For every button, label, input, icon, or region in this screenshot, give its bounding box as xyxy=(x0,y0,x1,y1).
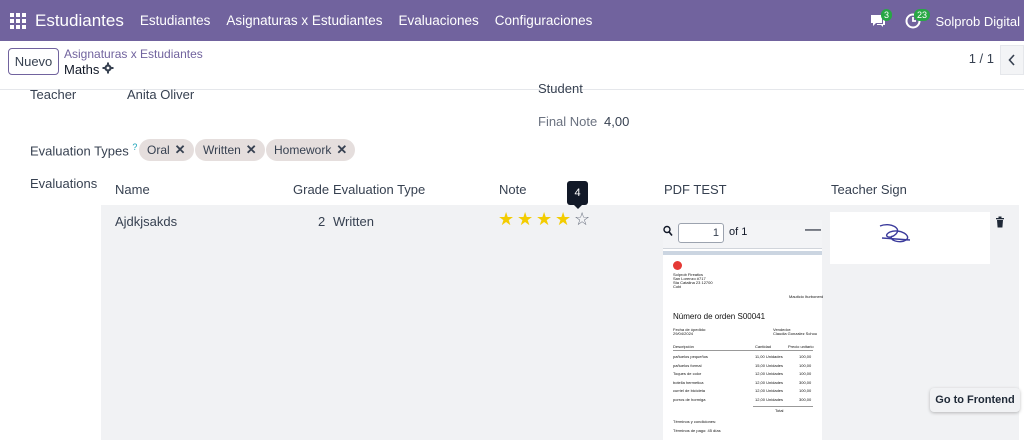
teacher-label: Teacher xyxy=(30,87,77,102)
pdf-total-label: Total xyxy=(775,408,784,413)
form-sheet: Teacher Anita Oliver Student Final Note … xyxy=(0,81,1024,440)
pdf-line-qty: 12,00 Unidades xyxy=(755,371,784,376)
activity-badge: 23 xyxy=(914,9,931,21)
pdf-title: Número de orden S00041 xyxy=(673,312,766,321)
student-label: Student xyxy=(538,81,583,96)
messages-button[interactable]: 3 xyxy=(869,0,893,41)
column-header-evaluation-type[interactable]: Evaluation Type xyxy=(333,182,425,197)
rating-stars[interactable]: ★ ★ ★ ★ ☆ xyxy=(498,210,592,228)
pdf-page-count: of 1 xyxy=(729,226,748,238)
pdf-line-qty: 15,00 Unidades xyxy=(755,362,784,368)
gear-icon[interactable] xyxy=(102,62,114,74)
pdf-viewer[interactable]: 1 of 1 — Solprob Fireatics San Lorenzo #… xyxy=(663,220,824,440)
trash-icon[interactable] xyxy=(995,216,1005,228)
pdf-divider xyxy=(663,251,822,255)
menu-estudiantes[interactable]: Estudiantes xyxy=(140,13,211,28)
activity-button[interactable]: 23 xyxy=(905,0,931,41)
pdf-col-price: Precio unitario xyxy=(788,344,814,349)
company-name[interactable]: Solprob Digital xyxy=(935,14,1020,29)
column-header-note[interactable]: Note xyxy=(499,182,526,197)
tag-written-label: Written xyxy=(203,143,241,157)
pdf-page-input[interactable]: 1 xyxy=(678,223,724,243)
star-filled-icon[interactable]: ★ xyxy=(536,210,554,228)
pdf-toolbar: 1 of 1 — xyxy=(663,220,822,249)
star-filled-icon[interactable]: ★ xyxy=(555,210,573,228)
tag-homework: Homework ✕ xyxy=(266,139,356,161)
pdf-company-line: Cobi xyxy=(673,284,682,289)
app-name[interactable]: Estudiantes xyxy=(35,11,124,31)
star-filled-icon[interactable]: ★ xyxy=(498,210,516,228)
teacher-signature[interactable] xyxy=(830,212,990,264)
pdf-line-desc: pañuelos pequeños xyxy=(673,354,708,359)
chevron-left-icon xyxy=(1008,54,1015,66)
pdf-line-qty: 11,00 Unidades xyxy=(755,354,783,359)
remove-tag-icon[interactable]: ✕ xyxy=(175,142,186,158)
messages-badge: 3 xyxy=(881,9,893,21)
pdf-line-price: 100,00 xyxy=(799,362,812,368)
pdf-payment-terms: Términos de pago: 45 días xyxy=(673,428,721,433)
final-note-value: 4,00 xyxy=(604,114,630,129)
pdf-line-price: 100,00 xyxy=(799,371,812,376)
apps-grid-icon[interactable] xyxy=(10,12,26,29)
pdf-line-price: 300,00 xyxy=(799,379,812,385)
evaluation-types-label-text: Evaluation Types xyxy=(30,143,129,159)
pager-previous-button[interactable] xyxy=(1000,45,1024,75)
tag-written: Written ✕ xyxy=(195,139,265,161)
star-filled-icon[interactable]: ★ xyxy=(517,210,535,228)
pdf-line-qty: 12,00 Unidades xyxy=(755,396,784,402)
column-header-grade[interactable]: Grade xyxy=(293,182,329,197)
tag-oral-label: Oral xyxy=(147,143,170,157)
pdf-line-desc: curriel de bicicleta xyxy=(673,388,706,393)
pdf-line-desc: porros de hormiga xyxy=(673,396,706,402)
row-evaluation-type[interactable]: Written xyxy=(333,214,374,229)
pdf-rule xyxy=(673,350,813,351)
company-logo-icon xyxy=(673,261,682,270)
column-header-teacher-sign[interactable]: Teacher Sign xyxy=(831,182,907,197)
column-header-name[interactable]: Name xyxy=(115,182,150,197)
pdf-line-desc: pañuelos formal xyxy=(673,362,702,368)
menu-configuraciones[interactable]: Configuraciones xyxy=(495,13,593,28)
column-header-pdf-test[interactable]: PDF TEST xyxy=(664,182,727,197)
tag-oral: Oral ✕ xyxy=(139,139,194,161)
zoom-out-button[interactable]: — xyxy=(805,221,821,239)
top-navbar: Estudiantes Estudiantes Asignaturas x Es… xyxy=(0,0,1024,41)
evaluation-types-label: Evaluation Types ? xyxy=(30,142,137,158)
pdf-page: Solprob Fireatics San Lorenzo #717 Sta C… xyxy=(663,256,824,440)
teacher-value[interactable]: Anita Oliver xyxy=(127,87,194,102)
help-tooltip-icon[interactable]: ? xyxy=(132,142,137,152)
pdf-line-price: 100,00 xyxy=(799,388,812,393)
pdf-rule xyxy=(753,406,813,407)
breadcrumb-current: Maths xyxy=(64,62,100,77)
rating-tooltip: 4 xyxy=(567,181,588,209)
row-grade[interactable]: 2 xyxy=(318,214,325,229)
pdf-terms: Términos y condiciones: xyxy=(673,419,717,424)
pdf-line-price: 300,00 xyxy=(799,396,812,402)
pager-value[interactable]: 1 / 1 xyxy=(969,51,994,66)
pdf-seller-value: Claudia Gonzalez Schou xyxy=(773,331,818,336)
pdf-line-qty: 12,00 Unidades xyxy=(755,388,784,393)
go-to-frontend-button[interactable]: Go to Frontend xyxy=(930,388,1020,412)
remove-tag-icon[interactable]: ✕ xyxy=(336,142,347,158)
row-name[interactable]: Ajdkjsakds xyxy=(115,214,177,229)
tag-homework-label: Homework xyxy=(274,143,332,157)
remove-tag-icon[interactable]: ✕ xyxy=(246,142,257,158)
breadcrumb-parent[interactable]: Asignaturas x Estudiantes xyxy=(64,47,203,61)
pdf-col-description: Descripción xyxy=(673,344,694,349)
pdf-customer: Mauticio Iturbonerd xyxy=(789,294,824,299)
evaluations-label: Evaluations xyxy=(30,176,98,191)
pdf-col-quantity: Cantidad xyxy=(755,344,772,349)
pdf-line-price: 100,00 xyxy=(799,354,812,359)
pdf-line-qty: 12,00 Unidades xyxy=(755,379,784,385)
search-icon[interactable] xyxy=(663,225,673,237)
menu-asignaturas-x-estudiantes[interactable]: Asignaturas x Estudiantes xyxy=(226,13,382,28)
star-empty-icon[interactable]: ☆ xyxy=(574,210,592,228)
menu-evaluaciones[interactable]: Evaluaciones xyxy=(398,13,478,28)
pdf-line-desc: botella hermetica xyxy=(673,379,704,385)
signature-image xyxy=(879,224,911,243)
final-note-label: Final Note xyxy=(538,114,598,129)
pdf-line-desc: Toques de color xyxy=(673,371,702,376)
control-panel: Nuevo Asignaturas x Estudiantes Maths 1 … xyxy=(0,41,1024,90)
pdf-date-value: 29/04/2024 xyxy=(673,331,694,336)
new-button[interactable]: Nuevo xyxy=(8,48,59,75)
